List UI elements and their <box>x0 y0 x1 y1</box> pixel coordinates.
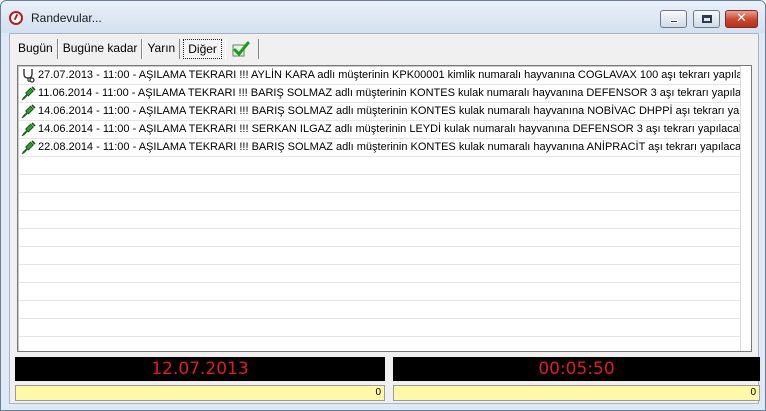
empty-row <box>19 193 741 211</box>
stethoscope-icon <box>21 68 36 83</box>
appointment-text: 27.07.2013 - 11:00 - AŞILAMA TEKRARI !!!… <box>38 69 741 81</box>
empty-row <box>19 283 741 301</box>
syringe-icon <box>21 86 36 101</box>
empty-row <box>19 301 741 319</box>
appointment-rows: 27.07.2013 - 11:00 - AŞILAMA TEKRARI !!!… <box>19 67 741 350</box>
clock-icon <box>9 11 23 25</box>
appointment-list[interactable]: 27.07.2013 - 11:00 - AŞILAMA TEKRARI !!!… <box>17 65 752 352</box>
tab-other[interactable]: Diğer <box>183 39 222 59</box>
tab-today[interactable]: Bugün <box>16 39 58 59</box>
close-button[interactable]: ✕ <box>725 10 758 28</box>
left-counter: 0 <box>15 385 385 401</box>
tab-tomorrow[interactable]: Yarın <box>142 39 181 59</box>
appointment-text: 22.08.2014 - 11:00 - AŞILAMA TEKRARI !!!… <box>38 141 741 153</box>
elapsed-time-display: 00:05:50 <box>393 357 760 381</box>
empty-row <box>19 229 741 247</box>
empty-row <box>19 247 741 265</box>
list-item[interactable]: 27.07.2013 - 11:00 - AŞILAMA TEKRARI !!!… <box>19 67 741 85</box>
tab-until-today[interactable]: Bugüne kadar <box>57 39 143 59</box>
list-item[interactable]: 14.06.2014 - 11:00 - AŞILAMA TEKRARI !!!… <box>19 121 741 139</box>
empty-row <box>19 319 741 337</box>
maximize-button[interactable] <box>693 10 720 28</box>
list-item[interactable]: 14.06.2014 - 11:00 - AŞILAMA TEKRARI !!!… <box>19 103 741 121</box>
tab-bar: Bugün Bugüne kadar Yarın Diğer <box>16 38 259 60</box>
current-date-display: 12.07.2013 <box>15 357 385 381</box>
appointment-text: 14.06.2014 - 11:00 - AŞILAMA TEKRARI !!!… <box>38 123 741 135</box>
appointment-text: 14.06.2014 - 11:00 - AŞILAMA TEKRARI !!!… <box>38 105 741 117</box>
empty-row <box>19 175 741 193</box>
empty-row <box>19 211 741 229</box>
minimize-icon <box>670 20 678 23</box>
scrollbar[interactable] <box>740 66 751 351</box>
syringe-icon <box>21 104 36 119</box>
maximize-icon <box>702 15 712 23</box>
window-title: Randevular... <box>31 11 102 25</box>
client-area: Bugün Bugüne kadar Yarın Diğer 27.07.201… <box>9 33 760 404</box>
close-icon: ✕ <box>736 11 747 26</box>
title-bar[interactable]: Randevular... ✕ <box>1 1 765 33</box>
appointments-window: Randevular... ✕ Bugün Bugüne kadar Yarın… <box>0 0 766 411</box>
list-item[interactable]: 22.08.2014 - 11:00 - AŞILAMA TEKRARI !!!… <box>19 139 741 157</box>
syringe-icon <box>21 122 36 137</box>
minimize-button[interactable] <box>660 10 687 28</box>
appointment-text: 11.06.2014 - 11:00 - AŞILAMA TEKRARI !!!… <box>38 87 741 99</box>
empty-row <box>19 265 741 283</box>
right-counter: 0 <box>393 385 760 401</box>
list-item[interactable]: 11.06.2014 - 11:00 - AŞILAMA TEKRARI !!!… <box>19 85 741 103</box>
syringe-icon <box>21 140 36 155</box>
checkmark-icon <box>232 41 250 57</box>
tab-completed[interactable] <box>224 39 259 59</box>
empty-row <box>19 157 741 175</box>
